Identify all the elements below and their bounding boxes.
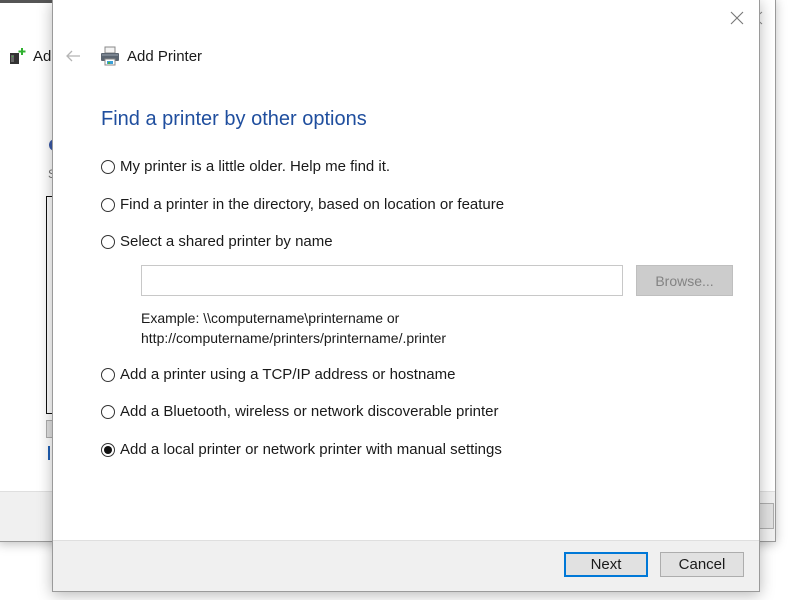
- option-label: Add a Bluetooth, wireless or network dis…: [120, 403, 499, 420]
- dialog-header: Add Printer: [63, 44, 202, 68]
- option-bluetooth-wireless[interactable]: Add a Bluetooth, wireless or network dis…: [101, 403, 499, 420]
- option-shared-printer[interactable]: Select a shared printer by name: [101, 233, 333, 250]
- radio-button[interactable]: [101, 367, 115, 382]
- option-label: Add a local printer or network printer w…: [120, 441, 502, 458]
- browse-button[interactable]: Browse...: [636, 265, 733, 296]
- add-printer-dialog: Add Printer Find a printer by other opti…: [52, 0, 760, 592]
- shared-printer-name-input[interactable]: [141, 265, 623, 296]
- option-local-manual[interactable]: Add a local printer or network printer w…: [101, 441, 502, 458]
- cancel-button[interactable]: Cancel: [660, 552, 744, 577]
- option-directory-search[interactable]: Find a printer in the directory, based o…: [101, 196, 504, 213]
- option-label: Find a printer in the directory, based o…: [120, 196, 505, 213]
- example-text: Example: \\computername\printername or h…: [141, 308, 446, 348]
- close-button[interactable]: [723, 8, 751, 28]
- option-older-printer[interactable]: My printer is a little older. Help me fi…: [101, 158, 390, 175]
- back-button[interactable]: [63, 46, 83, 66]
- radio-button[interactable]: [101, 159, 115, 174]
- background-header: Ad: [9, 47, 51, 65]
- dialog-footer: Next Cancel: [53, 540, 759, 591]
- printer-icon: [99, 45, 121, 67]
- option-label: My printer is a little older. Help me fi…: [120, 158, 391, 175]
- radio-button[interactable]: [101, 197, 115, 212]
- radio-button[interactable]: [101, 234, 115, 249]
- dialog-header-title: Add Printer: [127, 47, 203, 65]
- example-line-1: Example: \\computername\printername or: [141, 310, 400, 326]
- back-arrow-icon: [66, 50, 80, 62]
- close-icon: [730, 11, 744, 25]
- background-header-title: Ad: [33, 47, 52, 65]
- option-tcpip[interactable]: Add a printer using a TCP/IP address or …: [101, 366, 455, 383]
- next-button[interactable]: Next: [564, 552, 648, 577]
- example-line-2: http://computername/printers/printername…: [141, 330, 447, 346]
- page-title: Find a printer by other options: [101, 108, 367, 130]
- radio-button-selected[interactable]: [101, 442, 115, 457]
- add-device-icon: [9, 47, 27, 65]
- option-label: Add a printer using a TCP/IP address or …: [120, 366, 456, 383]
- radio-button[interactable]: [101, 404, 115, 419]
- option-label: Select a shared printer by name: [120, 233, 333, 250]
